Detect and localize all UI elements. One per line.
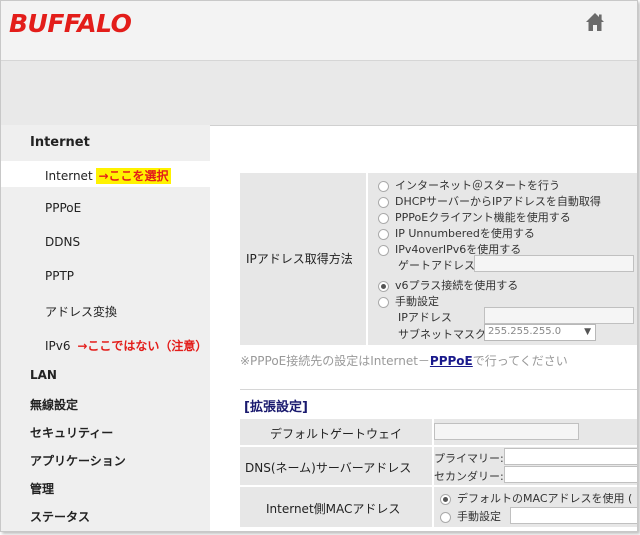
default-gateway-input[interactable] bbox=[434, 423, 579, 440]
dns-value-cell: プライマリー: セカンダリー: bbox=[434, 447, 637, 485]
radio-button[interactable] bbox=[378, 228, 389, 240]
ip-address-input[interactable] bbox=[484, 307, 634, 324]
sidebar-item-applications[interactable]: アプリケーション bbox=[30, 452, 126, 469]
main-content: IPアドレス取得方法 インターネット＠スタートを行う DHCPサーバーからIPア… bbox=[210, 125, 637, 531]
sidebar-item-label: IPv6 bbox=[45, 339, 71, 353]
radio-button[interactable] bbox=[378, 296, 389, 308]
sidebar-item-ipv6[interactable]: IPv6 →ここではない（注意） bbox=[1, 331, 211, 357]
radio-button[interactable] bbox=[378, 212, 389, 224]
dns-primary-label: プライマリー: bbox=[434, 452, 504, 465]
ip-method-label: IPアドレス取得方法 bbox=[246, 252, 353, 266]
sidebar-item-nat[interactable]: アドレス変換 bbox=[1, 297, 211, 323]
buffalo-logo: BUFFALO bbox=[9, 9, 132, 38]
sidebar-item-wireless[interactable]: 無線設定 bbox=[30, 396, 78, 413]
radio-button[interactable] bbox=[440, 511, 451, 523]
option-pppoe[interactable]: PPPoEクライアント機能を使用する bbox=[378, 209, 571, 225]
ip-address-label: IPアドレス bbox=[398, 311, 452, 324]
home-icon[interactable] bbox=[584, 11, 606, 33]
not-here-note: →ここではない（注意） bbox=[77, 339, 208, 353]
sidebar-item-label: アドレス変換 bbox=[45, 305, 118, 319]
top-bar: BUFFALO bbox=[1, 1, 637, 61]
select-here-note: →ここを選択 bbox=[96, 168, 171, 184]
dns-primary-input[interactable] bbox=[504, 448, 637, 465]
pppoe-footnote: ※PPPoE接続先の設定はInternet－PPPoEで行ってください bbox=[240, 354, 568, 368]
sidebar-section-heading: Internet bbox=[30, 135, 90, 150]
sidebar-item-lan[interactable]: LAN bbox=[30, 368, 57, 382]
dns-secondary-label: セカンダリー: bbox=[434, 470, 504, 483]
router-admin-window: BUFFALO Internet Internet →ここを選択 PPPoE D… bbox=[0, 0, 638, 532]
default-gateway-value-cell bbox=[434, 419, 637, 445]
gateway-address-input[interactable] bbox=[474, 255, 634, 272]
sidebar-item-label: PPTP bbox=[45, 269, 75, 283]
gateway-label: ゲートアドレス bbox=[398, 259, 475, 272]
default-gateway-label: デフォルトゲートウェイ bbox=[270, 427, 403, 441]
ip-method-options-cell: インターネット＠スタートを行う DHCPサーバーからIPアドレスを自動取得 PP… bbox=[368, 173, 637, 345]
dns-label: DNS(ネーム)サーバーアドレス bbox=[245, 461, 412, 475]
ip-method-label-cell: IPアドレス取得方法 bbox=[240, 173, 366, 345]
header-band bbox=[1, 61, 637, 125]
pppoe-link[interactable]: PPPoE bbox=[430, 354, 473, 368]
sidebar: Internet Internet →ここを選択 PPPoE DDNS PPTP… bbox=[1, 125, 211, 531]
section-divider bbox=[240, 389, 637, 390]
radio-button[interactable] bbox=[378, 196, 389, 208]
mac-label: Internet側MACアドレス bbox=[266, 502, 401, 516]
sidebar-item-security[interactable]: セキュリティー bbox=[30, 424, 113, 441]
option-manual[interactable]: 手動設定 bbox=[378, 293, 439, 309]
radio-button[interactable] bbox=[378, 180, 389, 192]
chevron-down-icon: ▼ bbox=[584, 327, 591, 337]
sidebar-item-label: DDNS bbox=[45, 235, 81, 249]
option-dhcp[interactable]: DHCPサーバーからIPアドレスを自動取得 bbox=[378, 193, 601, 209]
sidebar-item-label: Internet bbox=[45, 169, 93, 183]
radio-button[interactable] bbox=[378, 244, 389, 256]
dns-label-cell: DNS(ネーム)サーバーアドレス bbox=[240, 447, 432, 485]
sidebar-item-pptp[interactable]: PPTP bbox=[1, 263, 211, 289]
sidebar-item-status[interactable]: ステータス bbox=[30, 508, 90, 525]
mac-manual-input[interactable] bbox=[510, 507, 637, 524]
sidebar-item-internet[interactable]: Internet →ここを選択 bbox=[1, 161, 211, 187]
mac-option-manual[interactable]: 手動設定 bbox=[440, 508, 501, 524]
mac-option-default[interactable]: デフォルトのMACアドレスを使用 ( bbox=[440, 490, 632, 506]
mac-options-cell: デフォルトのMACアドレスを使用 ( 手動設定 bbox=[434, 487, 637, 527]
option-internet-start[interactable]: インターネット＠スタートを行う bbox=[378, 177, 560, 193]
subnet-mask-select[interactable]: 255.255.255.0 ▼ bbox=[484, 324, 596, 341]
option-v6plus[interactable]: v6プラス接続を使用する bbox=[378, 277, 518, 293]
sidebar-item-admin[interactable]: 管理 bbox=[30, 480, 54, 497]
option-ip-unnumbered[interactable]: IP Unnumberedを使用する bbox=[378, 225, 535, 241]
mac-label-cell: Internet側MACアドレス bbox=[240, 487, 432, 527]
radio-button-selected[interactable] bbox=[378, 280, 389, 292]
sidebar-item-pppoe[interactable]: PPPoE bbox=[1, 195, 211, 221]
default-gateway-label-cell: デフォルトゲートウェイ bbox=[240, 419, 432, 445]
sidebar-item-label: PPPoE bbox=[45, 201, 82, 215]
advanced-settings-title: [拡張設定] bbox=[244, 400, 308, 415]
dns-secondary-input[interactable] bbox=[504, 466, 637, 483]
subnet-mask-label: サブネットマスク bbox=[398, 328, 486, 341]
sidebar-item-ddns[interactable]: DDNS bbox=[1, 229, 211, 255]
radio-button-selected[interactable] bbox=[440, 493, 451, 505]
